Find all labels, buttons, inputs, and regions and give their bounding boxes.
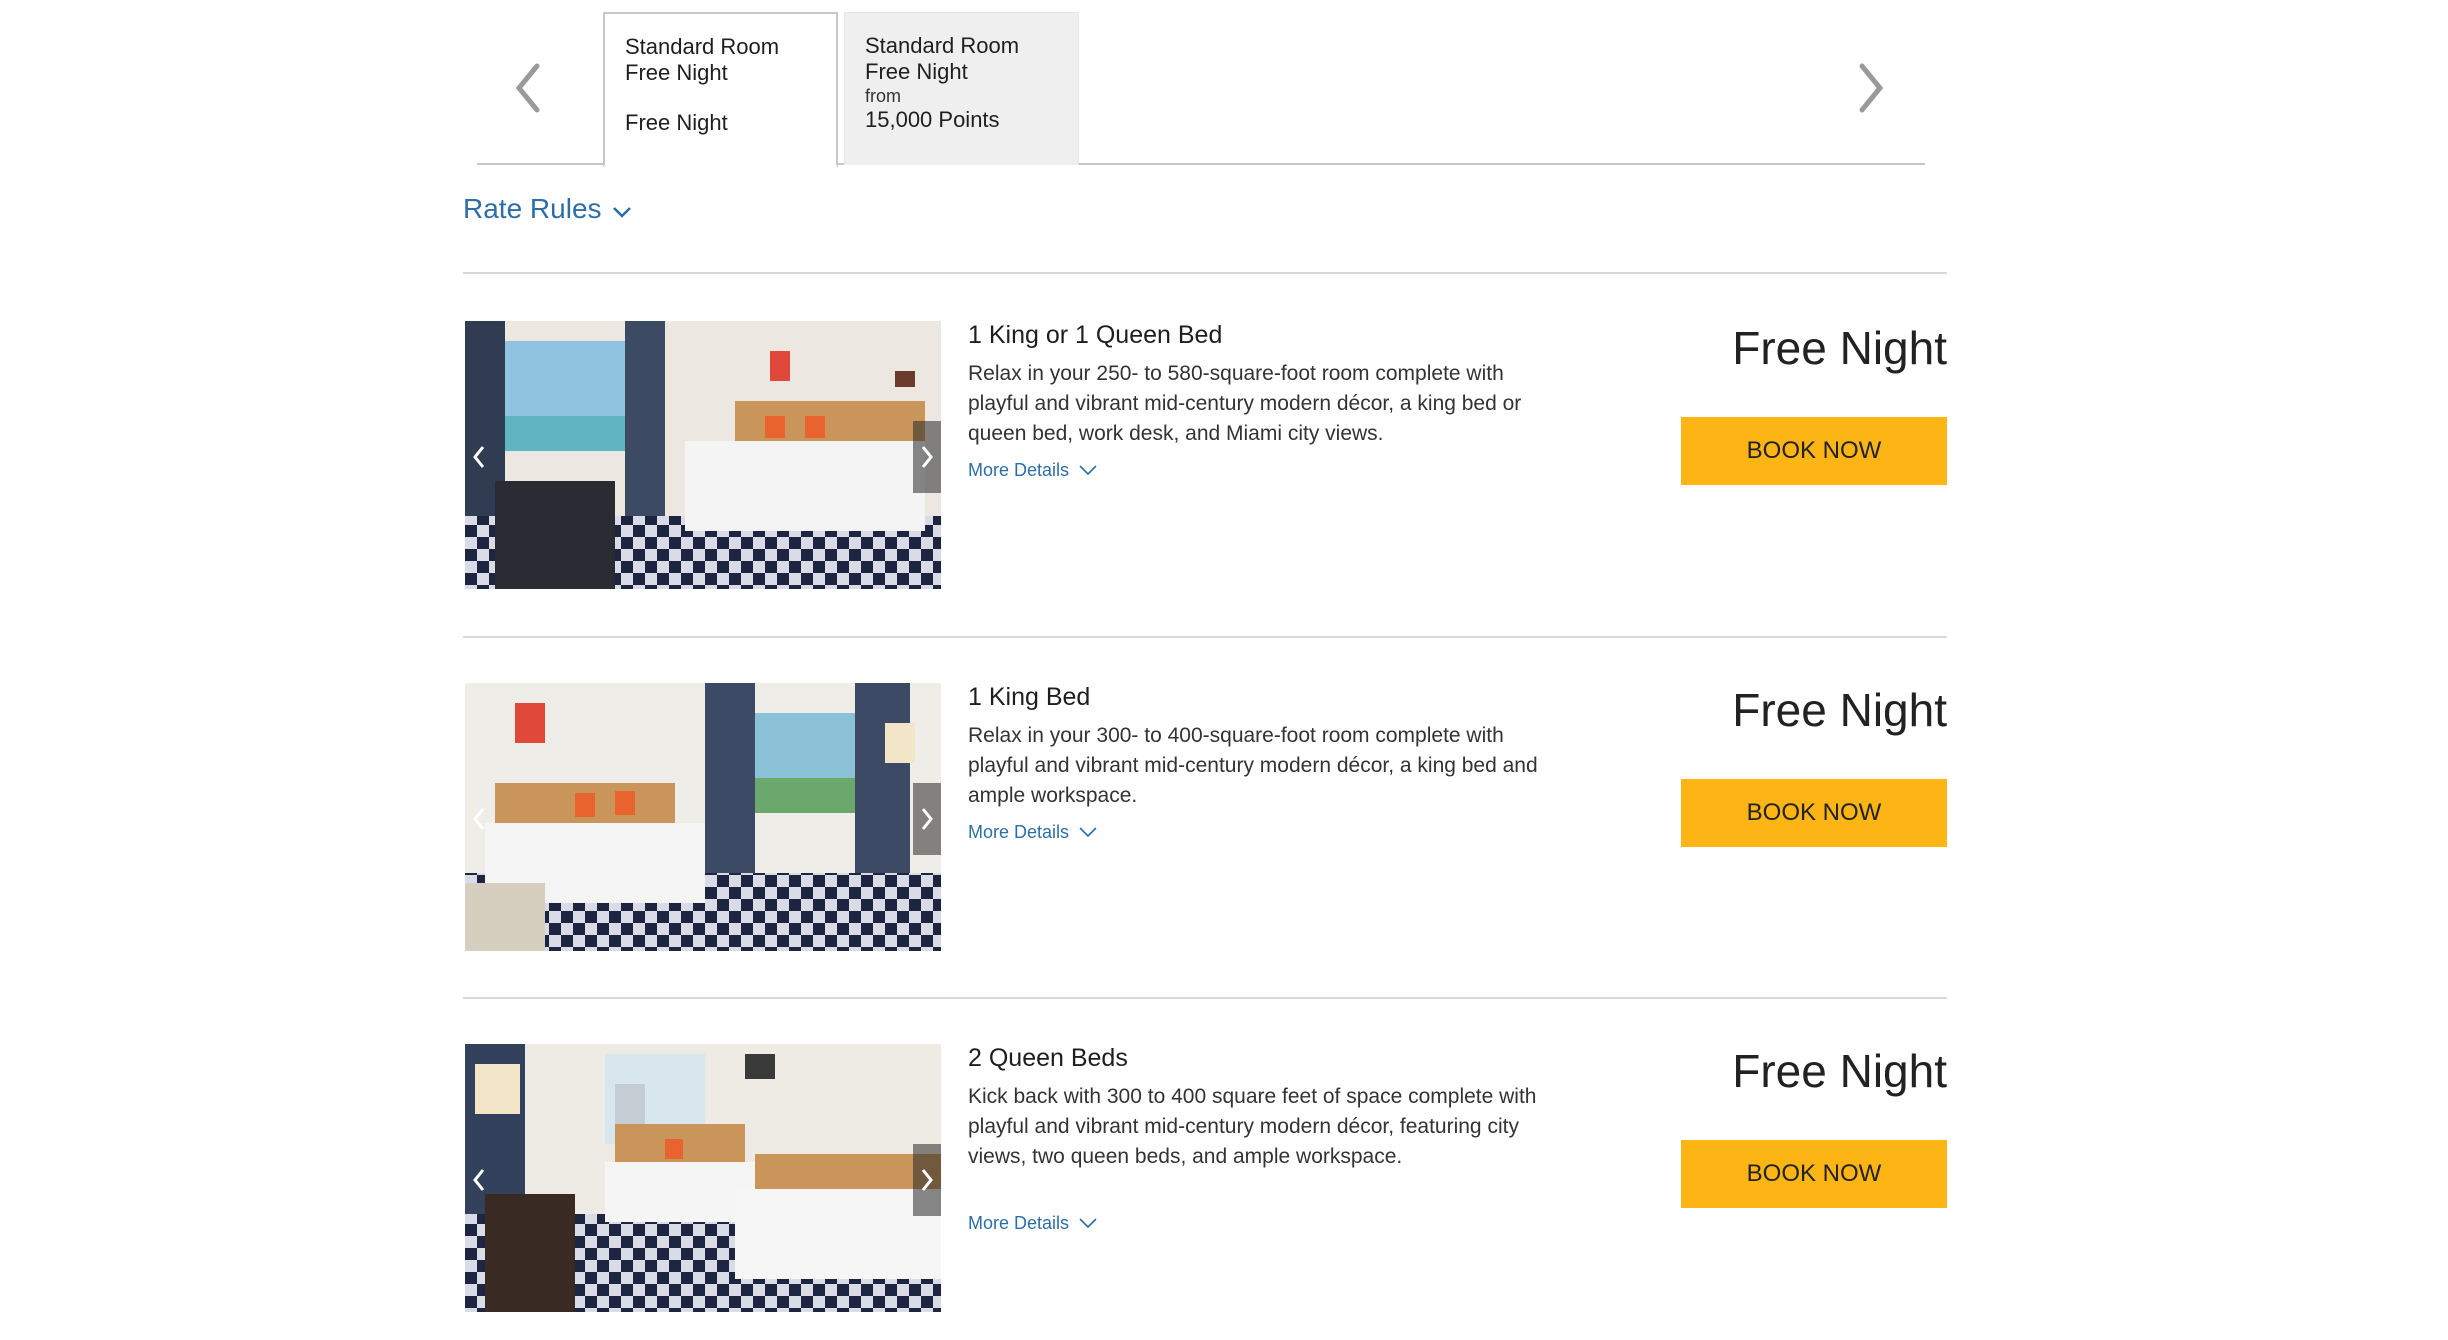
- more-details-toggle[interactable]: More Details: [968, 822, 1097, 843]
- room-photo-carousel: [465, 1044, 941, 1312]
- more-details-toggle[interactable]: More Details: [968, 1213, 1097, 1234]
- room-description: Relax in your 250- to 580-square-foot ro…: [968, 362, 1522, 445]
- more-details-label: More Details: [968, 460, 1070, 480]
- room-price: Free Night: [1732, 684, 1947, 736]
- room-description: Relax in your 300- to 400-square-foot ro…: [968, 724, 1538, 807]
- room-divider: [463, 636, 1947, 638]
- room-photo-carousel: [465, 321, 941, 589]
- rate-rules-toggle[interactable]: Rate Rules: [463, 193, 632, 225]
- room-price: Free Night: [1732, 1045, 1947, 1097]
- photo-next-chevron-right-icon[interactable]: [913, 783, 941, 855]
- photo-next-chevron-right-icon[interactable]: [913, 1144, 941, 1216]
- tabs-next-chevron-right-icon[interactable]: [1848, 60, 1892, 116]
- photo-prev-chevron-left-icon[interactable]: [465, 421, 493, 493]
- more-details-label: More Details: [968, 822, 1070, 842]
- tab-from-label: from: [865, 86, 901, 106]
- chevron-down-icon: [612, 207, 631, 218]
- photo-next-chevron-right-icon[interactable]: [913, 421, 941, 493]
- section-divider: [463, 272, 1947, 274]
- more-details-label: More Details: [968, 1213, 1070, 1233]
- room-divider: [463, 997, 1947, 999]
- book-now-button[interactable]: BOOK NOW: [1681, 779, 1947, 847]
- room-photo: [465, 683, 941, 951]
- tabs-prev-chevron-left-icon[interactable]: [507, 60, 551, 116]
- tab-rate-name: Free Night: [865, 59, 968, 84]
- rate-tab-standard-points[interactable]: Standard Room Free Night from 15,000 Poi…: [844, 12, 1079, 165]
- room-card: 1 King Bed Relax in your 300- to 400-squ…: [463, 683, 1947, 953]
- book-now-button[interactable]: BOOK NOW: [1681, 417, 1947, 485]
- chevron-down-icon: [1079, 1218, 1097, 1229]
- rate-rules-label: Rate Rules: [463, 193, 602, 224]
- tab-room-type: Standard Room: [865, 33, 1020, 58]
- room-photo-carousel: [465, 683, 941, 951]
- photo-prev-chevron-left-icon[interactable]: [465, 783, 493, 855]
- tab-rate-name: Free Night: [625, 60, 728, 85]
- room-card: 1 King or 1 Queen Bed Relax in your 250-…: [463, 321, 1947, 591]
- room-card: 2 Queen Beds Kick back with 300 to 400 s…: [463, 1044, 1947, 1314]
- room-description: Kick back with 300 to 400 square feet of…: [968, 1085, 1537, 1168]
- rate-tab-standard-free-night[interactable]: Standard Room Free Night Free Night: [603, 12, 838, 167]
- book-now-button[interactable]: BOOK NOW: [1681, 1140, 1947, 1208]
- tab-rate-price: 15,000 Points: [865, 107, 1000, 132]
- more-details-toggle[interactable]: More Details: [968, 460, 1097, 481]
- chevron-down-icon: [1079, 827, 1097, 838]
- chevron-down-icon: [1079, 465, 1097, 476]
- room-title: 1 King or 1 Queen Bed: [968, 321, 1223, 349]
- tab-rate-price: Free Night: [625, 110, 728, 135]
- tab-room-type: Standard Room: [625, 34, 780, 59]
- room-photo: [465, 1044, 941, 1312]
- room-title: 1 King Bed: [968, 683, 1091, 711]
- room-title: 2 Queen Beds: [968, 1044, 1128, 1072]
- photo-prev-chevron-left-icon[interactable]: [465, 1144, 493, 1216]
- room-photo: [465, 321, 941, 589]
- rate-tabs-bar: Standard Room Free Night Free Night Stan…: [477, 12, 1925, 167]
- room-price: Free Night: [1732, 322, 1947, 374]
